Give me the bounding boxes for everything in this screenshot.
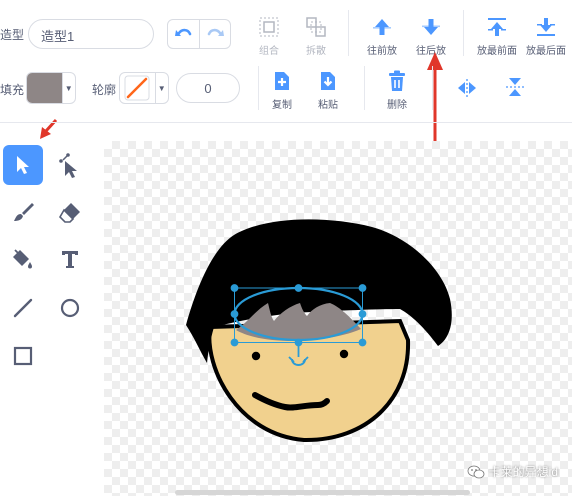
no-color-icon (124, 75, 150, 101)
paste-button[interactable]: 粘贴 (305, 69, 351, 111)
reshape-icon (59, 153, 77, 178)
brush-icon (14, 203, 34, 221)
brush-tool-button[interactable] (3, 192, 43, 232)
send-to-back-button[interactable]: 放最后面 (523, 15, 569, 57)
ungroup-icon (306, 17, 326, 37)
flip-vertical-icon (506, 78, 524, 96)
toolbar-divider (348, 10, 349, 56)
ungroup-button[interactable]: 拆散 (293, 15, 339, 57)
send-to-back-icon (537, 18, 555, 36)
delete-label: 删除 (387, 100, 407, 111)
paste-icon (321, 72, 335, 90)
toolbar-divider (463, 10, 464, 56)
bring-to-front-icon (488, 18, 506, 36)
arrow-up-icon (373, 19, 391, 35)
copy-label: 复制 (272, 100, 292, 111)
copy-icon (275, 72, 289, 90)
paint-bucket-icon (13, 249, 32, 269)
drawing-canvas[interactable]: 卡莱的异想id (104, 141, 572, 496)
flip-horizontal-icon (458, 79, 476, 97)
toolbar-divider (432, 66, 433, 110)
eraser-tool-button[interactable] (50, 192, 90, 232)
flip-vertical-button[interactable] (505, 76, 525, 103)
circle-icon (60, 298, 80, 318)
group-button[interactable]: 组合 (246, 15, 292, 57)
circle-tool-button[interactable] (50, 288, 90, 328)
fill-label: 填充 (0, 83, 25, 97)
forward-label: 往前放 (367, 46, 397, 57)
rectangle-tool-button[interactable] (3, 336, 43, 376)
redo-icon (207, 28, 224, 36)
fill-tool-button[interactable] (3, 239, 43, 279)
outline-none-swatch (120, 73, 155, 103)
group-label: 组合 (259, 46, 279, 57)
undo-icon (174, 28, 191, 36)
chevron-down-icon: ▼ (154, 73, 168, 103)
rectangle-icon (13, 346, 33, 366)
costume-label: 造型 (0, 28, 25, 42)
reshape-tool-button[interactable] (50, 145, 90, 185)
eraser-icon (59, 203, 80, 223)
forward-button[interactable]: 往前放 (359, 15, 405, 57)
toolbar-bottom-divider (0, 122, 572, 123)
costume-name-input[interactable]: 造型1 (28, 19, 154, 49)
line-tool-button[interactable] (3, 288, 43, 328)
text-icon (62, 251, 78, 268)
flip-horizontal-button[interactable] (456, 78, 478, 103)
copy-button[interactable]: 复制 (259, 69, 305, 111)
fill-color-swatch (27, 73, 62, 103)
canvas-scrollbar[interactable] (175, 490, 470, 495)
undo-redo-group (167, 19, 231, 49)
outline-width-input[interactable]: 0 (176, 73, 240, 103)
toolbar-divider (364, 66, 365, 110)
front-label: 放最前面 (477, 46, 517, 57)
arrow-down-icon (422, 19, 440, 35)
character-drawing (186, 219, 452, 443)
undo-button[interactable] (168, 20, 199, 48)
ungroup-label: 拆散 (306, 46, 326, 57)
select-arrow-icon (17, 156, 29, 174)
watermark: 卡莱的异想id (467, 463, 558, 480)
group-icon (259, 17, 279, 37)
bring-to-front-button[interactable]: 放最前面 (474, 15, 520, 57)
fill-color-picker[interactable]: ▼ (26, 72, 76, 104)
paste-label: 粘贴 (318, 100, 338, 111)
line-icon (13, 298, 33, 318)
outline-label: 轮廓 (92, 83, 117, 97)
text-tool-button[interactable] (50, 239, 90, 279)
wechat-icon (467, 465, 485, 478)
chevron-down-icon: ▼ (61, 73, 75, 103)
back-label: 放最后面 (526, 46, 566, 57)
select-tool-button[interactable] (3, 145, 43, 185)
delete-button[interactable]: 删除 (374, 69, 420, 111)
trash-icon (389, 70, 405, 91)
redo-button[interactable] (199, 20, 230, 48)
outline-color-picker[interactable]: ▼ (119, 72, 169, 104)
watermark-text: 卡莱的异想id (488, 465, 558, 479)
